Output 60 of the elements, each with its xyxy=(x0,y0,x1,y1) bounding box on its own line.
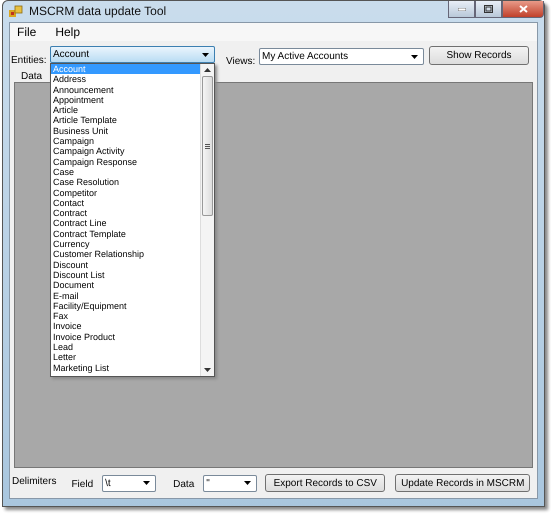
entities-dropdown[interactable]: Account xyxy=(50,46,215,63)
field-label: Field xyxy=(71,478,94,490)
scroll-thumb[interactable] xyxy=(202,76,213,216)
dropdown-option[interactable]: Case Resolution xyxy=(51,177,200,188)
dropdown-option[interactable]: Lead xyxy=(51,342,200,352)
views-dropdown[interactable]: My Active Accounts xyxy=(259,48,424,65)
scroll-up-icon xyxy=(204,68,211,72)
grip-icon xyxy=(205,144,210,148)
dropdown-option[interactable]: Appointment xyxy=(51,94,200,106)
dropdown-option[interactable]: Facility/Equipment xyxy=(51,300,200,312)
dropdown-option[interactable]: Invoice xyxy=(51,321,200,332)
dropdown-option[interactable]: Contract Template xyxy=(51,228,200,240)
menu-item[interactable]: File xyxy=(15,25,38,39)
caret-icon xyxy=(143,481,150,485)
scrollbar[interactable] xyxy=(200,64,214,376)
minimize-icon xyxy=(458,8,466,10)
maximize-button[interactable] xyxy=(475,1,502,18)
dropdown-option[interactable]: Article Template xyxy=(51,115,200,126)
dropdown-option[interactable]: Marketing List xyxy=(51,362,200,373)
show-records-button[interactable]: Show Records xyxy=(429,46,529,65)
dropdown-option[interactable]: Customer Relationship xyxy=(51,249,200,260)
dropdown-option[interactable]: Announcement xyxy=(51,84,200,95)
data-label: Data xyxy=(173,478,194,490)
dropdown-option[interactable]: Business Unit xyxy=(51,126,200,136)
field-delimiter-dropdown[interactable]: \t xyxy=(102,474,156,492)
close-button[interactable] xyxy=(502,1,544,18)
caret-icon xyxy=(244,481,252,485)
dropdown-option[interactable]: Discount xyxy=(51,260,200,270)
menu-item[interactable]: Help xyxy=(53,25,82,39)
dropdown-option[interactable]: Fax xyxy=(51,311,200,322)
caret-icon xyxy=(202,52,209,56)
dropdown-option[interactable]: Address xyxy=(51,74,200,85)
window-title: MSCRM data update Tool xyxy=(29,4,166,18)
data-delimiter-dropdown[interactable]: " xyxy=(203,474,258,492)
dropdown-option[interactable]: Invoice Product xyxy=(51,332,200,342)
dropdown-option[interactable]: Contract Line xyxy=(51,218,200,229)
dropdown-option[interactable]: E-mail xyxy=(51,290,200,301)
update-button[interactable]: Update Records in MSCRM xyxy=(395,474,530,492)
maximize-icon xyxy=(484,5,493,13)
app-icon xyxy=(9,4,23,18)
scroll-down-icon xyxy=(204,368,211,372)
dropdown-option[interactable]: Currency xyxy=(51,239,200,250)
dropdown-option[interactable]: Letter xyxy=(51,352,200,363)
dropdown-option[interactable]: Campaign xyxy=(51,136,200,146)
close-icon xyxy=(518,5,528,13)
dropdown-option[interactable]: Article xyxy=(51,105,200,116)
dropdown-option[interactable]: Contact xyxy=(51,198,200,208)
export-button[interactable]: Export Records to CSV xyxy=(265,474,386,492)
dropdown-option[interactable]: Document xyxy=(51,280,200,291)
dropdown-option[interactable]: Case xyxy=(51,166,200,178)
delimiters-label: Delimiters xyxy=(12,476,56,486)
entities-label: Entities: xyxy=(11,55,48,66)
minimize-button[interactable] xyxy=(448,1,475,18)
views-label: Views: xyxy=(226,56,256,67)
dropdown-option[interactable]: Contract xyxy=(51,208,200,218)
dropdown-option[interactable]: Campaign Activity xyxy=(51,146,200,157)
dropdown-option[interactable]: Campaign Response xyxy=(51,156,200,167)
dropdown-option[interactable]: Competitor xyxy=(51,188,200,198)
dropdown-option[interactable]: Discount List xyxy=(51,270,200,280)
caret-icon xyxy=(411,54,418,58)
